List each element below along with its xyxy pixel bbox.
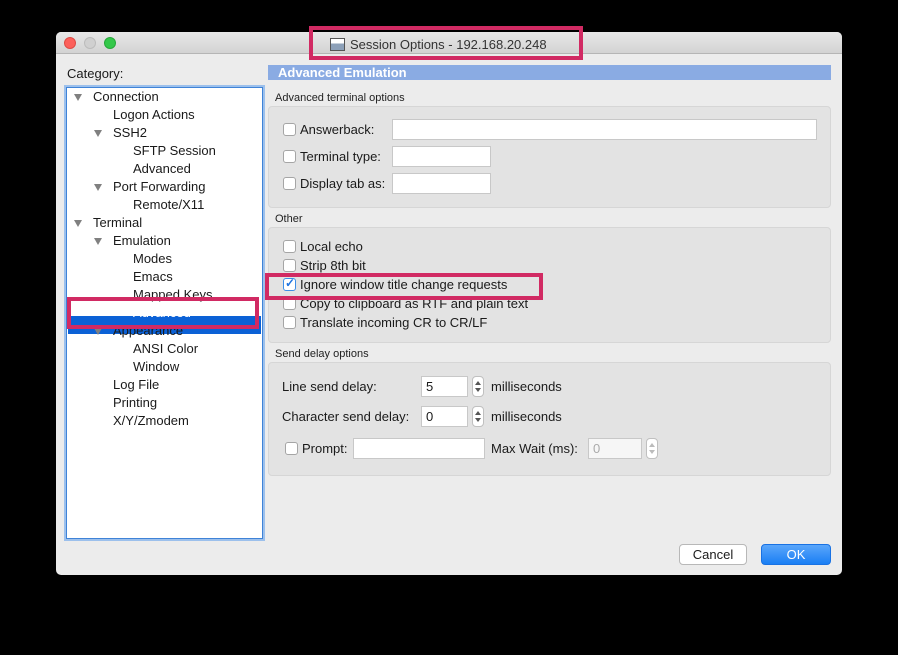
strip-8th-bit-label: Strip 8th bit: [300, 258, 366, 273]
title-highlight-box: [309, 26, 583, 60]
line-send-delay-unit: milliseconds: [491, 379, 562, 394]
answerback-input[interactable]: [392, 119, 817, 140]
expand-arrow-icon[interactable]: [94, 184, 102, 191]
local-echo-label: Local echo: [300, 239, 363, 254]
tree-item-window[interactable]: Window: [133, 358, 179, 376]
line-send-delay-label: Line send delay:: [282, 379, 377, 394]
tree-item-ssh2[interactable]: SSH2: [113, 124, 147, 142]
terminal-type-label: Terminal type:: [300, 149, 381, 164]
answerback-checkbox[interactable]: [283, 123, 296, 136]
expand-arrow-icon[interactable]: [94, 328, 102, 335]
tree-item-modes[interactable]: Modes: [133, 250, 172, 268]
prompt-label: Prompt:: [302, 441, 348, 456]
display-tab-label: Display tab as:: [300, 176, 386, 191]
line-send-delay-input[interactable]: 5: [421, 376, 468, 397]
translate-cr-checkbox[interactable]: [283, 316, 296, 329]
expand-arrow-icon[interactable]: [94, 238, 102, 245]
minimize-window-button[interactable]: [84, 37, 96, 49]
translate-cr-label: Translate incoming CR to CR/LF: [300, 315, 488, 330]
tree-item-logon-actions[interactable]: Logon Actions: [113, 106, 195, 124]
max-wait-label: Max Wait (ms):: [491, 441, 578, 456]
expand-arrow-icon[interactable]: [74, 94, 82, 101]
prompt-checkbox[interactable]: [285, 442, 298, 455]
tree-item-emulation[interactable]: Emulation: [113, 232, 171, 250]
line-send-delay-stepper[interactable]: [472, 376, 484, 397]
char-send-delay-label: Character send delay:: [282, 409, 410, 424]
expand-arrow-icon[interactable]: [94, 130, 102, 137]
category-label: Category:: [67, 66, 124, 81]
max-wait-stepper[interactable]: [646, 438, 658, 459]
advanced-item-highlight-box: [67, 297, 259, 329]
tree-item-xyzmodem[interactable]: X/Y/Zmodem: [113, 412, 189, 430]
zoom-window-button[interactable]: [104, 37, 116, 49]
tree-item-printing[interactable]: Printing: [113, 394, 157, 412]
tree-item-connection[interactable]: Connection: [93, 88, 159, 106]
max-wait-input[interactable]: 0: [588, 438, 642, 459]
char-send-delay-stepper[interactable]: [472, 406, 484, 427]
tree-item-remote-x11[interactable]: Remote/X11: [133, 196, 204, 214]
tree-item-terminal[interactable]: Terminal: [93, 214, 142, 232]
terminal-options-group-label: Advanced terminal options: [275, 92, 405, 104]
terminal-type-checkbox[interactable]: [283, 150, 296, 163]
expand-arrow-icon[interactable]: [74, 220, 82, 227]
char-send-delay-unit: milliseconds: [491, 409, 562, 424]
display-tab-input[interactable]: [392, 173, 491, 194]
send-delay-group-label: Send delay options: [275, 348, 369, 360]
tree-item-emacs[interactable]: Emacs: [133, 268, 173, 286]
tree-item-log-file[interactable]: Log File: [113, 376, 159, 394]
local-echo-checkbox[interactable]: [283, 240, 296, 253]
ok-button[interactable]: OK: [761, 544, 831, 565]
strip-8th-bit-checkbox[interactable]: [283, 259, 296, 272]
tree-item-ansi-color[interactable]: ANSI Color: [133, 340, 198, 358]
tree-item-ssh2-advanced[interactable]: Advanced: [133, 160, 191, 178]
close-window-button[interactable]: [64, 37, 76, 49]
char-send-delay-input[interactable]: 0: [421, 406, 468, 427]
answerback-label: Answerback:: [300, 122, 375, 137]
tree-item-sftp-session[interactable]: SFTP Session: [133, 142, 216, 160]
other-group-label: Other: [275, 213, 303, 225]
display-tab-checkbox[interactable]: [283, 177, 296, 190]
terminal-type-input[interactable]: [392, 146, 491, 167]
cancel-button[interactable]: Cancel: [679, 544, 747, 565]
panel-title: Advanced Emulation: [268, 65, 831, 80]
ignore-title-highlight-box: [265, 273, 543, 300]
prompt-input[interactable]: [353, 438, 485, 459]
tree-item-port-forwarding[interactable]: Port Forwarding: [113, 178, 205, 196]
